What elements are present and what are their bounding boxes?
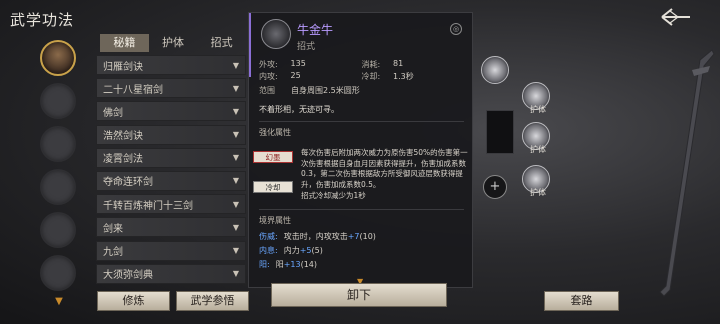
- skill-detail-panel: 牛金牛 招式 ◎ 外攻: 135 消耗: 81 内攻: 25 冷却: 1.3秒 …: [248, 12, 473, 288]
- list-item[interactable]: 佛剑 ▼: [96, 101, 246, 122]
- skill-slot-icon[interactable]: [481, 56, 509, 84]
- chevron-down-icon: ▼: [232, 60, 239, 70]
- equipped-slot[interactable]: [486, 110, 514, 154]
- tab-moves[interactable]: 招式: [197, 34, 246, 52]
- divider: [259, 121, 464, 122]
- chevron-down-icon: ▼: [232, 246, 239, 255]
- chevron-down-icon: ▼: [232, 269, 239, 279]
- realm-row: 内息: 内力+5(5): [259, 246, 323, 255]
- slot-label: 护体: [530, 105, 546, 114]
- avatar-slot[interactable]: [40, 169, 76, 205]
- routine-button[interactable]: 套路: [544, 291, 619, 311]
- skill-list: 归雁剑诀 ▼ 二十八星宿剑 ▼ 佛剑 ▼ 浩然剑诀 ▼ 凌霄剑法 ▼ 夺命连环剑 ▼ 千转百…: [96, 55, 246, 287]
- avatar-slot[interactable]: [40, 212, 76, 248]
- back-arrow-icon[interactable]: [658, 6, 692, 28]
- enhance-text-2: 招式冷却减少为1秒: [301, 191, 366, 200]
- list-item[interactable]: 归雁剑诀 ▼: [96, 55, 246, 75]
- enhance-tag: 幻墨: [253, 151, 293, 163]
- list-item[interactable]: 剑来 ▼: [96, 217, 246, 238]
- skill-type: 招式: [297, 42, 316, 52]
- list-item[interactable]: 大须弥剑典 ▼: [96, 263, 246, 284]
- add-icon[interactable]: +: [483, 175, 507, 199]
- list-item[interactable]: 二十八星宿剑 ▼: [96, 78, 246, 99]
- enhance-title: 强化属性: [259, 128, 291, 137]
- chevron-down-icon: ▼: [232, 153, 239, 163]
- list-item[interactable]: 九剑 ▼: [96, 240, 246, 261]
- enhance-tag: 冷却: [253, 181, 293, 193]
- chevron-down-icon: ▼: [232, 130, 239, 140]
- skill-icon: [261, 19, 291, 49]
- scroll-down-icon[interactable]: ▼: [40, 296, 78, 307]
- tab-secret-books[interactable]: 秘籍: [100, 34, 149, 52]
- slot-label: 护体: [530, 188, 546, 197]
- skill-name: 牛金牛: [297, 23, 334, 37]
- list-item[interactable]: 浩然剑诀 ▼: [96, 124, 246, 145]
- avatar[interactable]: [40, 40, 76, 76]
- chevron-down-icon: ▼: [232, 199, 239, 209]
- sword-icon: [659, 49, 715, 297]
- list-item[interactable]: 夺命连环剑 ▼: [96, 170, 246, 191]
- info-icon[interactable]: ◎: [450, 23, 462, 35]
- tab-body-guard[interactable]: 护体: [149, 34, 198, 52]
- chevron-down-icon: ▼: [232, 222, 239, 232]
- accent-bar: [249, 13, 251, 77]
- list-item[interactable]: 凌霄剑法 ▼: [96, 147, 246, 168]
- avatar-slot[interactable]: [40, 126, 76, 162]
- chevron-down-icon: ▼: [232, 106, 239, 116]
- comprehend-button[interactable]: 武学参悟: [176, 291, 249, 311]
- divider: [259, 209, 464, 210]
- slot-label: 护体: [530, 145, 546, 154]
- list-item[interactable]: 千转百炼神门十三剑 ▼: [96, 194, 246, 215]
- realm-title: 境界属性: [259, 216, 291, 225]
- train-button[interactable]: 修炼: [97, 291, 170, 311]
- character-list: ▼: [40, 40, 78, 307]
- realm-row: 伤威: 攻击时，内攻攻击+7(10): [259, 232, 376, 241]
- category-tabs: 秘籍 护体 招式: [100, 34, 246, 52]
- unequip-button[interactable]: 卸下: [271, 283, 447, 307]
- chevron-down-icon: ▼: [232, 176, 239, 186]
- chevron-down-icon: ▼: [232, 83, 239, 93]
- skill-description: 不着形相，无迹可寻。: [259, 105, 339, 114]
- avatar-slot[interactable]: [40, 255, 76, 291]
- avatar-slot[interactable]: [40, 83, 76, 119]
- realm-row: 阳: 阳+13(14): [259, 260, 318, 269]
- page-title: 武学功法: [10, 11, 75, 29]
- skill-stats: 外攻: 135 消耗: 81 内攻: 25 冷却: 1.3秒 范围 自身周围2.…: [259, 59, 414, 95]
- enhance-text: 每次伤害后附加两次威力为原伤害50%的伤害第一次伤害根据自身血月因素获得提升，伤…: [301, 148, 468, 189]
